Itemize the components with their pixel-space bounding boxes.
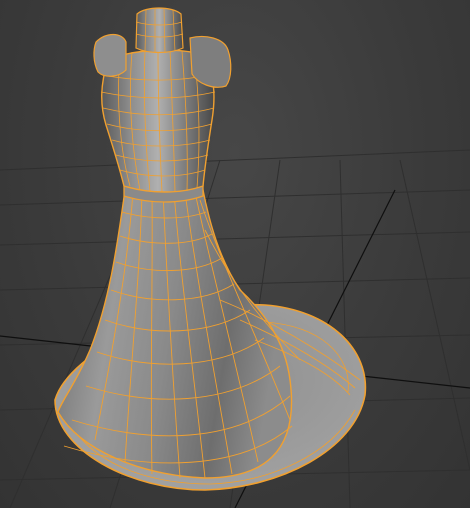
dress-right-shoulder[interactable] xyxy=(189,35,232,88)
mannequin-neck[interactable] xyxy=(135,7,184,54)
3d-viewport[interactable] xyxy=(0,0,470,508)
viewport-canvas[interactable] xyxy=(0,0,470,508)
dress-left-shoulder[interactable] xyxy=(93,33,127,77)
